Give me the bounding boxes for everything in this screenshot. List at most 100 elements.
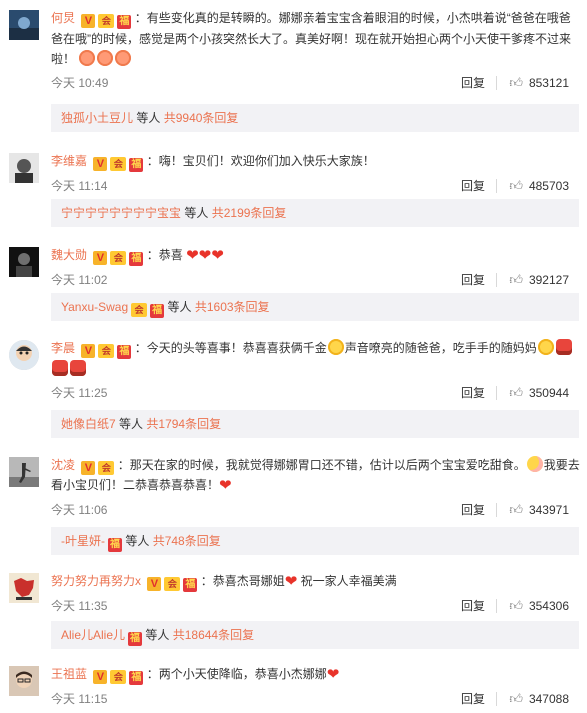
comment-username[interactable]: 魏大勋 [51,248,87,262]
divider [496,599,497,613]
avatar[interactable] [9,247,39,277]
member-badge-icon: 会 [110,670,127,684]
like-button[interactable]: 👍︎ 343971 [509,500,569,520]
reply-summary[interactable]: 独孤小土豆儿 等人 共9940条回复 [51,104,579,132]
reply-summary[interactable]: 宁宁宁宁宁宁宁宁宝宝 等人 共2199条回复 [51,199,579,227]
avatar[interactable] [9,457,39,487]
reply-summary[interactable]: Alie儿Alie儿福 等人 共18644条回复 [51,621,579,649]
divider [496,179,497,193]
avatar[interactable] [9,573,39,603]
like-button[interactable]: 👍︎ 347088 [509,689,569,709]
surprised-emoji-icon [97,50,114,66]
reply-button[interactable]: 回复 [461,73,485,93]
reply-username[interactable]: Alie儿Alie儿 [61,628,125,642]
reply-count[interactable]: 共1794条回复 [146,417,221,431]
comment-time: 今天 11:06 [51,503,108,517]
surprised-emoji-icon [79,50,96,66]
comment-username[interactable]: 王祖蓝 [51,667,87,681]
reply-username[interactable]: -叶星妍- [61,534,105,548]
reply-summary[interactable]: 她像白纸7 等人 共1794条回复 [51,410,579,438]
member-badge-icon: 会 [110,251,127,265]
comment-item: 王祖蓝 V会福 ：两个小天使降临，恭喜小杰娜娜❤ 今天 11:15 回复 👍︎ 3… [0,656,587,713]
comment-username[interactable]: 李晨 [51,341,75,355]
like-button[interactable]: 👍︎ 485703 [509,176,569,196]
comment-text: ：恭喜杰哥娜姐 [200,574,285,588]
like-count: 343971 [528,503,569,517]
verified-badge-icon: V [81,344,96,358]
avatar[interactable] [9,153,39,183]
member-badge-icon: 会 [164,577,181,591]
comment-text: ：两个小天使降临，恭喜小杰娜娜 [146,667,327,681]
like-count: 347088 [528,692,569,706]
like-count: 485703 [528,179,569,193]
comment-username[interactable]: 何炅 [51,11,75,25]
others-label: 等人 [167,300,192,314]
reply-count[interactable]: 共18644条回复 [173,628,254,642]
thumbs-up-icon: 👍︎ [509,385,523,400]
heart-emoji-icon: ❤ [284,573,298,590]
comment-text-continued: 祝一家人幸福美满 [297,574,397,588]
reply-button[interactable]: 回复 [461,383,485,403]
reply-username[interactable]: 她像白纸7 [61,417,116,431]
fan-badge-icon: 福 [128,632,143,646]
reply-username[interactable]: 独孤小土豆儿 [61,111,133,125]
like-count: 350944 [528,386,569,400]
grin-emoji-icon [537,339,554,355]
comment-username[interactable]: 李维嘉 [51,154,87,168]
thumbs-up-icon: 👍︎ [509,502,523,517]
others-label: 等人 [145,628,170,642]
reply-count[interactable]: 共748条回复 [153,534,221,548]
comment-text: ：恭喜 [146,248,183,262]
verified-badge-icon: V [93,670,108,684]
reply-count[interactable]: 共9940条回复 [164,111,239,125]
like-count: 392127 [528,273,569,287]
drum-emoji-icon [555,339,572,355]
comment-text: ：那天在家的时候，我就觉得娜娜胃口还不错，估计以后两个宝宝爱吃甜食。 [117,458,526,472]
verified-badge-icon: V [93,251,108,265]
heart-emoji-icon: ❤ [198,247,212,264]
reply-summary[interactable]: -叶星妍- 福 等人 共748条回复 [51,527,579,555]
drum-emoji-icon [70,360,86,376]
thumbs-up-icon: 👍︎ [509,272,523,287]
like-button[interactable]: 👍︎ 354306 [509,596,569,616]
verified-badge-icon: V [81,14,96,28]
reply-username[interactable]: 宁宁宁宁宁宁宁宁宝宝 [61,206,181,220]
reply-count[interactable]: 共2199条回复 [212,206,287,220]
reply-button[interactable]: 回复 [461,500,485,520]
reply-button[interactable]: 回复 [461,689,485,709]
fan-badge-icon: 福 [129,671,144,685]
comment-time: 今天 11:14 [51,179,108,193]
avatar[interactable] [9,666,39,696]
fan-badge-icon: 福 [117,15,132,29]
divider [496,273,497,287]
reply-button[interactable]: 回复 [461,596,485,616]
divider [496,503,497,517]
avatar[interactable] [9,10,39,40]
member-badge-icon: 会 [110,157,127,171]
fan-badge-icon: 福 [129,252,144,266]
verified-badge-icon: V [147,577,162,591]
like-count: 354306 [528,599,569,613]
reply-username[interactable]: Yanxu-Swag [61,300,128,314]
reply-button[interactable]: 回复 [461,176,485,196]
shy-emoji-icon [526,456,543,472]
comment-username[interactable]: 努力努力再努力x [51,574,141,588]
reply-count[interactable]: 共1603条回复 [195,300,270,314]
fan-badge-icon: 福 [183,578,198,592]
comment-username[interactable]: 沈凌 [51,458,75,472]
like-button[interactable]: 👍︎ 350944 [509,383,569,403]
comment-time: 今天 11:15 [51,692,108,706]
reply-button[interactable]: 回复 [461,270,485,290]
comment-text: ：嗨！宝贝们！欢迎你们加入快乐大家族！ [146,154,375,168]
comment-text-continued: 声音嘹亮的随爸爸，吃手手的随妈妈 [344,341,537,355]
like-button[interactable]: 👍︎ 853121 [509,73,569,93]
fan-badge-icon: 福 [108,538,122,552]
like-button[interactable]: 👍︎ 392127 [509,270,569,290]
comment-time: 今天 11:02 [51,273,108,287]
comment-time: 今天 11:35 [51,599,108,613]
thumbs-up-icon: 👍︎ [509,178,523,193]
fan-badge-icon: 福 [117,345,132,359]
avatar[interactable] [9,340,39,370]
reply-summary[interactable]: Yanxu-Swag 会福 等人 共1603条回复 [51,293,579,321]
verified-badge-icon: V [93,157,108,171]
